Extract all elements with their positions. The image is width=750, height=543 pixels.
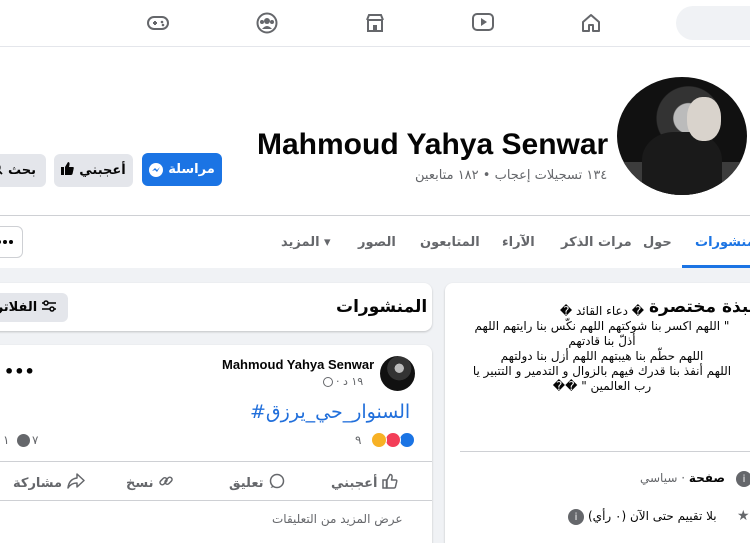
star-icon: ★ <box>737 508 750 524</box>
tab-more[interactable]: المزيد ▾ <box>281 235 331 250</box>
love-reaction-icon <box>385 432 401 448</box>
top-navigation-bar <box>0 0 750 47</box>
post-copy-label: نسخ <box>126 475 154 491</box>
reactions-count[interactable]: ٩ <box>355 433 361 447</box>
sliders-icon <box>42 299 57 316</box>
post-comment-label: تعليق <box>229 475 264 491</box>
link-icon <box>158 473 174 493</box>
tab-photos[interactable]: الصور <box>358 235 396 250</box>
more-dots-icon <box>0 240 13 244</box>
search-page-button[interactable]: بحث <box>0 154 46 187</box>
divider <box>0 215 750 216</box>
marketplace-icon[interactable] <box>360 9 390 37</box>
post-like-button[interactable]: أعجبني <box>331 473 399 493</box>
post-author-name[interactable]: Mahmoud Yahya Senwar <box>222 357 374 372</box>
search-icon <box>0 162 3 179</box>
message-button[interactable]: مراسلة <box>142 153 222 186</box>
page-category: صفحة · سياسي <box>640 471 725 485</box>
post-options-icon[interactable]: ••• <box>4 362 35 381</box>
view-more-comments-link[interactable]: عرض المزيد من التعليقات <box>272 512 403 526</box>
filters-button[interactable]: الفلاتر <box>0 293 68 322</box>
bio-line: رب العالمين " �� <box>552 379 652 393</box>
post-comment-button[interactable]: تعليق <box>229 473 285 493</box>
thumbs-up-icon <box>61 162 75 179</box>
active-tab-indicator <box>682 265 750 268</box>
search-label: بحث <box>7 163 36 178</box>
bio-line: اللهم حطّم بنا هيبتهم اللهم أزل بنا دولت… <box>500 349 704 363</box>
tab-posts[interactable]: المنشورات <box>695 235 750 250</box>
post-share-button[interactable]: مشاركة <box>13 473 85 493</box>
home-icon[interactable] <box>576 9 606 37</box>
search-input[interactable] <box>676 6 750 40</box>
post-hashtag[interactable]: #السنوار_حي_يرزق <box>250 401 410 423</box>
tab-reviews[interactable]: الآراء <box>502 235 535 250</box>
watch-icon[interactable] <box>468 9 498 37</box>
like-label: أعجبني <box>79 163 126 178</box>
like-reaction-icon <box>399 432 415 448</box>
like-page-button[interactable]: أعجبني <box>54 154 133 187</box>
filters-label: الفلاتر <box>0 300 38 315</box>
tab-mentions[interactable]: مرات الذكر <box>561 235 632 250</box>
bio-line: أذلّ بنا قادتهم <box>568 334 636 348</box>
thumbs-up-icon <box>382 473 399 493</box>
profile-stats: ١٣٤ تسجيلات إعجاب • ١٨٢ متابعين <box>415 168 608 183</box>
post-share-label: مشاركة <box>13 475 63 491</box>
shares-count[interactable]: ١ <box>3 433 9 447</box>
comment-bubble-icon <box>17 434 30 447</box>
share-icon <box>67 473 85 493</box>
message-label: مراسلة <box>168 162 215 177</box>
page-rating: بلا تقييم حتى الآن (٠ رأي) <box>588 509 717 523</box>
category-value: · سياسي <box>640 471 689 485</box>
page-title: Mahmoud Yahya Senwar <box>257 128 609 161</box>
bio-line: " اللهم اكسر بنا شوكتهم اللهم نكّس بنا ر… <box>474 319 730 333</box>
globe-icon <box>323 377 333 387</box>
post-like-label: أعجبني <box>331 475 378 491</box>
avatar[interactable] <box>614 74 750 198</box>
gaming-icon[interactable] <box>143 9 173 37</box>
divider <box>0 500 432 501</box>
post-copy-button[interactable]: نسخ <box>126 473 174 493</box>
divider <box>460 451 750 452</box>
comments-count[interactable]: ٧ <box>32 433 38 447</box>
more-options-button[interactable] <box>0 226 23 258</box>
tab-about[interactable]: حول <box>643 235 672 250</box>
post-author-avatar[interactable] <box>380 356 415 391</box>
intro-bio: � دعاء القائد � " اللهم اكسر بنا شوكتهم … <box>452 304 750 394</box>
tab-followers[interactable]: المتابعون <box>420 235 480 250</box>
bio-line: اللهم أنفذ بنا قدرك فيهم بالزوال و التدم… <box>472 364 732 378</box>
divider <box>0 461 432 462</box>
comment-icon <box>269 473 285 493</box>
profile-tabs: المنشورات حول مرات الذكر الآراء المتابعو… <box>0 225 750 268</box>
groups-icon[interactable] <box>252 9 282 37</box>
post-timestamp[interactable]: ١٩ د · <box>336 375 363 388</box>
posts-title: المنشورات <box>336 297 428 317</box>
messenger-icon <box>149 162 164 177</box>
care-reaction-icon <box>371 432 387 448</box>
bio-line: � دعاء القائد � <box>559 304 645 318</box>
category-prefix: صفحة <box>688 471 726 485</box>
info-icon[interactable]: i <box>568 509 584 525</box>
info-icon: i <box>736 471 750 487</box>
